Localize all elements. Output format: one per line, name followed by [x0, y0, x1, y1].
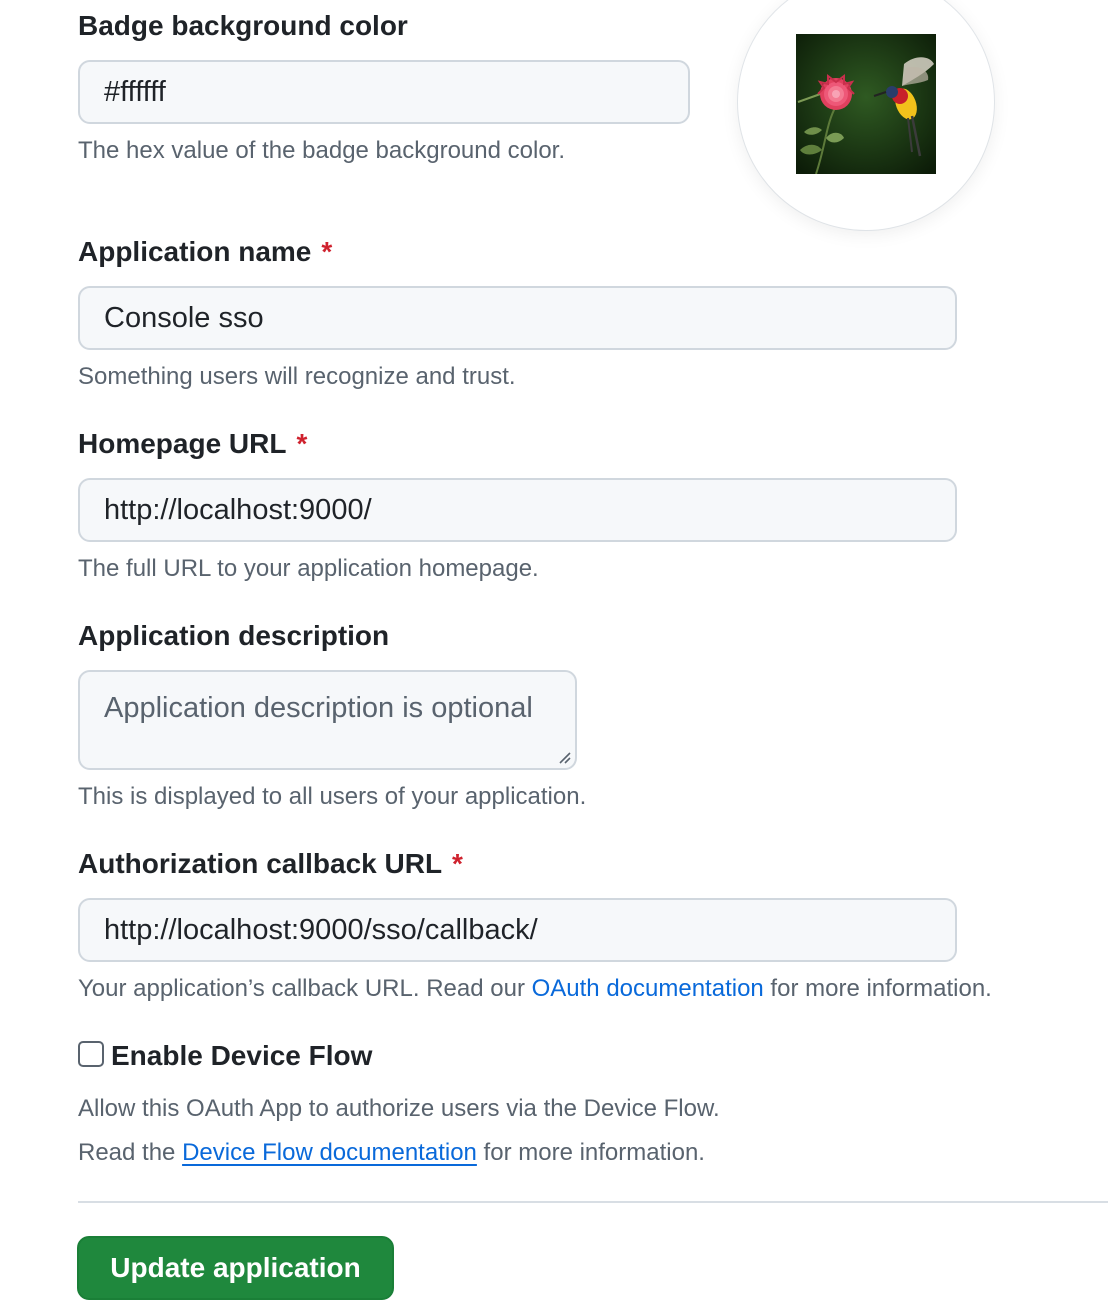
- device-flow-docs-link[interactable]: Device Flow documentation: [182, 1139, 477, 1166]
- required-marker: *: [321, 236, 333, 267]
- app-name-input[interactable]: Console sso: [78, 286, 957, 350]
- app-name-label-text: Application name: [78, 236, 312, 267]
- device-flow-checkbox[interactable]: [78, 1041, 104, 1067]
- app-name-note: Something users will recognize and trust…: [78, 363, 516, 390]
- update-application-button[interactable]: Update application: [77, 1236, 394, 1300]
- description-placeholder: Application description is optional: [104, 692, 533, 724]
- app-logo-badge[interactable]: [738, 0, 994, 230]
- device-flow-note: Allow this OAuth App to authorize users …: [78, 1095, 720, 1122]
- resize-handle-icon[interactable]: [557, 750, 571, 764]
- description-textarea[interactable]: Application description is optional: [78, 670, 577, 770]
- description-note: This is displayed to all users of your a…: [78, 783, 587, 810]
- badge-color-note: The hex value of the badge background co…: [78, 137, 566, 164]
- homepage-label-text: Homepage URL: [78, 428, 287, 459]
- hummingbird-flower-image: [796, 34, 936, 174]
- homepage-url-input[interactable]: http://localhost:9000/: [78, 478, 957, 542]
- callback-note-text: Your application’s callback URL. Read ou…: [78, 975, 532, 1002]
- device-flow-label[interactable]: Enable Device Flow: [111, 1040, 372, 1072]
- badge-color-input[interactable]: #ffffff: [78, 60, 690, 124]
- description-label: Application description: [78, 620, 390, 651]
- badge-color-label: Badge background color: [78, 10, 408, 41]
- required-marker: *: [452, 848, 463, 879]
- device-flow-docs-text-end: for more information.: [476, 1139, 705, 1166]
- required-marker: *: [296, 428, 308, 459]
- form-divider: [78, 1201, 1108, 1203]
- oauth-docs-link[interactable]: OAuth documentation: [532, 975, 764, 1002]
- callback-label-text: Authorization callback URL: [78, 848, 443, 879]
- callback-note-text-end: for more information.: [763, 975, 992, 1002]
- app-name-label: Application name *: [78, 236, 332, 268]
- homepage-note: The full URL to your application homepag…: [78, 555, 539, 582]
- callback-url-input[interactable]: http://localhost:9000/sso/callback/: [78, 898, 957, 962]
- homepage-label: Homepage URL *: [78, 428, 307, 460]
- callback-note: Your application’s callback URL. Read ou…: [78, 975, 992, 1003]
- callback-label: Authorization callback URL *: [78, 848, 463, 880]
- device-flow-docs-text: Read the: [78, 1139, 183, 1166]
- device-flow-docs-note: Read the Device Flow documentation for m…: [78, 1139, 705, 1167]
